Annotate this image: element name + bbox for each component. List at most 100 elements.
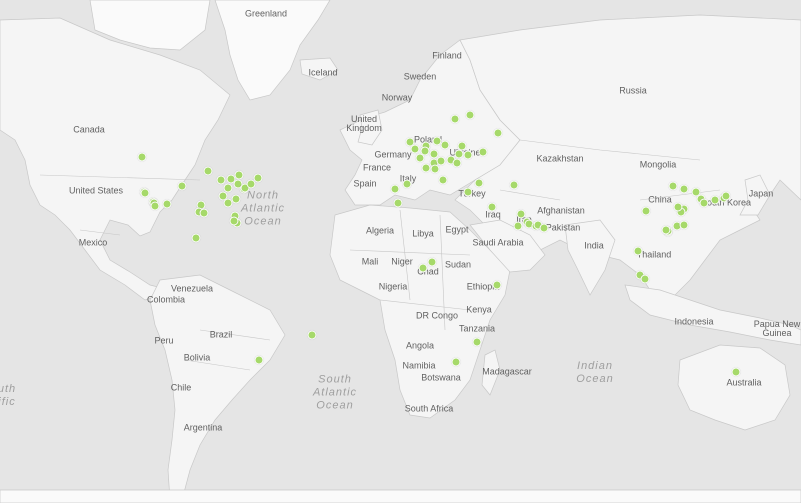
country-label-mali: Mali bbox=[361, 256, 379, 267]
location-marker[interactable] bbox=[492, 280, 501, 290]
location-marker[interactable] bbox=[307, 330, 317, 340]
country-label-saudi-arabia: Saudi Arabia bbox=[472, 237, 524, 248]
country-label-papua-new-guinea: Papua New Guinea bbox=[753, 319, 801, 338]
location-marker[interactable] bbox=[633, 246, 643, 256]
location-marker[interactable] bbox=[710, 195, 720, 205]
country-label-sweden: Sweden bbox=[403, 71, 437, 82]
country-label-nigeria: Nigeria bbox=[378, 281, 408, 292]
location-marker[interactable] bbox=[231, 194, 241, 204]
location-marker[interactable] bbox=[641, 206, 651, 216]
location-marker[interactable] bbox=[436, 156, 446, 166]
location-marker[interactable] bbox=[410, 144, 420, 154]
location-marker[interactable] bbox=[177, 181, 187, 191]
location-marker[interactable] bbox=[474, 178, 484, 188]
location-marker[interactable] bbox=[509, 180, 519, 190]
location-marker[interactable] bbox=[402, 179, 412, 189]
location-marker[interactable] bbox=[463, 150, 473, 160]
location-marker[interactable] bbox=[253, 173, 262, 183]
location-marker[interactable] bbox=[137, 152, 147, 161]
country-label-egypt: Egypt bbox=[445, 224, 469, 235]
country-label-botswana: Botswana bbox=[421, 372, 461, 383]
location-marker[interactable] bbox=[191, 233, 200, 243]
location-marker[interactable] bbox=[427, 257, 437, 267]
location-marker[interactable] bbox=[454, 149, 464, 159]
location-marker[interactable] bbox=[150, 201, 160, 210]
country-label-germany: Germany bbox=[374, 149, 412, 160]
location-marker[interactable] bbox=[478, 147, 488, 157]
country-label-bolivia: Bolivia bbox=[183, 352, 211, 363]
location-marker[interactable] bbox=[699, 198, 709, 208]
location-marker[interactable] bbox=[438, 175, 448, 185]
country-label-iraq: Iraq bbox=[485, 209, 501, 220]
country-label-united-kingdom: United Kingdom bbox=[346, 114, 382, 133]
location-marker[interactable] bbox=[440, 140, 450, 150]
location-marker[interactable] bbox=[721, 191, 731, 201]
location-marker[interactable] bbox=[199, 208, 209, 218]
location-marker[interactable] bbox=[216, 175, 226, 185]
location-marker[interactable] bbox=[421, 163, 431, 173]
location-marker[interactable] bbox=[223, 183, 233, 193]
location-marker[interactable] bbox=[673, 202, 683, 212]
location-marker[interactable] bbox=[465, 110, 475, 119]
country-label-tanzania: Tanzania bbox=[458, 323, 496, 334]
location-marker[interactable] bbox=[451, 357, 461, 367]
location-marker[interactable] bbox=[452, 158, 462, 167]
country-label-namibia: Namibia bbox=[402, 360, 436, 371]
country-label-russia: Russia bbox=[619, 85, 647, 96]
country-label-spain: Spain bbox=[353, 178, 377, 189]
location-marker[interactable] bbox=[513, 221, 523, 231]
country-label-china: China bbox=[648, 194, 672, 205]
world-map[interactable]: Greenland Iceland Finland Sweden Norway Russi… bbox=[0, 0, 801, 503]
ocean-label-south-pacific-partial: uth ific bbox=[0, 383, 17, 408]
country-label-india: India bbox=[584, 240, 604, 251]
location-marker[interactable] bbox=[234, 170, 244, 179]
location-marker[interactable] bbox=[229, 216, 239, 226]
country-label-venezuela: Venezuela bbox=[170, 283, 214, 294]
location-marker[interactable] bbox=[472, 337, 482, 347]
country-label-pakistan: Pakistan bbox=[545, 222, 581, 233]
location-marker[interactable] bbox=[668, 181, 678, 191]
location-marker[interactable] bbox=[430, 164, 440, 174]
country-label-iceland: Iceland bbox=[308, 67, 338, 78]
country-label-japan: Japan bbox=[748, 188, 774, 199]
location-marker[interactable] bbox=[487, 202, 497, 212]
location-marker[interactable] bbox=[390, 184, 400, 194]
location-marker[interactable] bbox=[415, 153, 425, 163]
country-label-australia: Australia bbox=[726, 377, 762, 388]
location-marker[interactable] bbox=[393, 198, 403, 208]
location-marker[interactable] bbox=[679, 184, 689, 194]
country-label-libya: Libya bbox=[412, 228, 434, 239]
ocean-label-north-atlantic: North Atlantic Ocean bbox=[240, 189, 286, 228]
location-marker[interactable] bbox=[640, 274, 650, 284]
country-label-afghanistan: Afghanistan bbox=[537, 205, 585, 216]
location-marker[interactable] bbox=[418, 263, 427, 273]
location-marker[interactable] bbox=[140, 188, 150, 198]
country-label-brazil: Brazil bbox=[209, 329, 233, 340]
location-marker[interactable] bbox=[203, 166, 213, 176]
ocean-label-indian-ocean: Indian Ocean bbox=[576, 360, 614, 385]
country-label-finland: Finland bbox=[432, 50, 462, 61]
location-marker[interactable] bbox=[450, 114, 460, 123]
location-marker[interactable] bbox=[493, 128, 503, 138]
country-label-chile: Chile bbox=[170, 382, 192, 393]
location-marker[interactable] bbox=[679, 220, 689, 230]
country-label-sudan: Sudan bbox=[444, 259, 472, 270]
country-label-algeria: Algeria bbox=[365, 225, 395, 236]
country-label-norway: Norway bbox=[381, 92, 413, 103]
country-label-kenya: Kenya bbox=[466, 304, 492, 315]
country-label-niger: Niger bbox=[391, 256, 413, 267]
location-marker[interactable] bbox=[463, 187, 472, 196]
country-label-mexico: Mexico bbox=[78, 237, 108, 248]
location-marker[interactable] bbox=[539, 223, 549, 233]
location-marker[interactable] bbox=[731, 367, 741, 377]
country-label-argentina: Argentina bbox=[183, 422, 223, 433]
country-label-peru: Peru bbox=[154, 335, 174, 346]
basemap bbox=[0, 0, 801, 503]
location-marker[interactable] bbox=[162, 199, 172, 209]
location-marker[interactable] bbox=[432, 136, 442, 146]
location-marker[interactable] bbox=[661, 225, 671, 235]
country-label-united-states: United States bbox=[68, 185, 124, 196]
country-label-dr-congo: DR Congo bbox=[415, 310, 459, 321]
location-marker[interactable] bbox=[254, 355, 264, 365]
country-label-canada: Canada bbox=[73, 124, 105, 135]
